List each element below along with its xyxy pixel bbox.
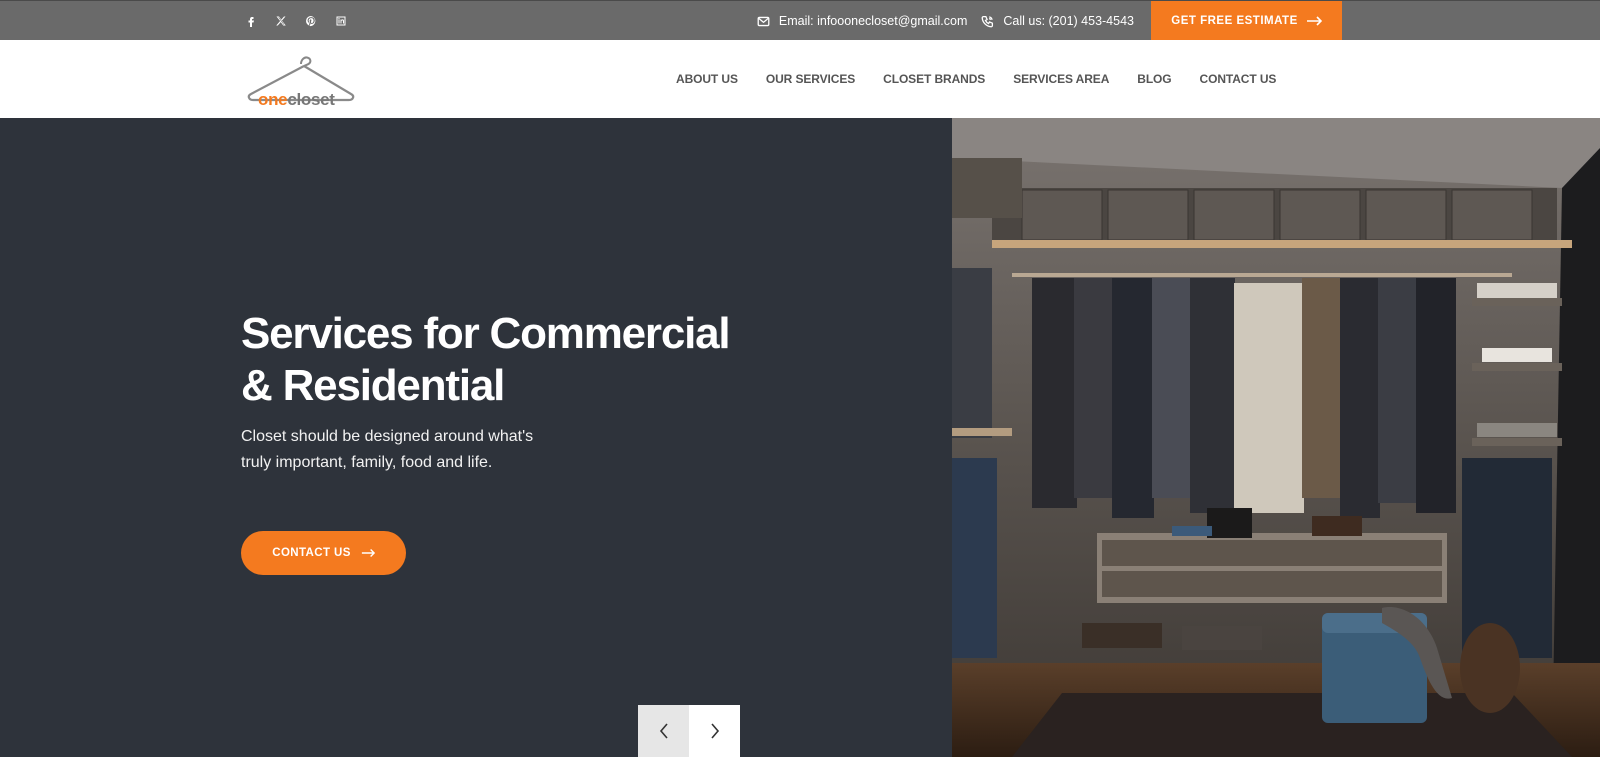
hero-title-line1: Services for Commercial	[241, 309, 731, 358]
nav-about-us[interactable]: ABOUT US	[676, 72, 738, 86]
nav-blog[interactable]: BLOG	[1137, 72, 1171, 86]
top-bar: Email: infooonecloset@gmail.com Call us:…	[0, 0, 1600, 41]
get-free-estimate-button[interactable]: GET FREE ESTIMATE	[1151, 1, 1342, 41]
x-icon[interactable]	[274, 14, 288, 28]
email-text: Email: infooonecloset@gmail.com	[778, 14, 968, 28]
hero-subtitle: Closet should be designed around what's …	[241, 424, 571, 476]
logo-wordmark: onecloset	[258, 90, 335, 110]
chevron-right-icon	[710, 723, 719, 739]
phone-item[interactable]: Call us: (201) 453-4543	[981, 14, 1134, 28]
linkedin-icon[interactable]	[334, 14, 348, 28]
primary-menu: ABOUT US OUR SERVICES CLOSET BRANDS SERV…	[676, 40, 1276, 118]
phone-text: Call us: (201) 453-4543	[1003, 14, 1134, 28]
slider-next-button[interactable]	[689, 705, 740, 757]
phone-icon	[981, 15, 994, 27]
chevron-left-icon	[659, 723, 668, 739]
hero-text-panel: Services for Commercial & Residential Cl…	[0, 118, 952, 757]
logo-one: one	[258, 90, 288, 109]
nav-contact-us[interactable]: CONTACT US	[1200, 72, 1277, 86]
arrow-right-icon	[361, 549, 375, 557]
nav-closet-brands[interactable]: CLOSET BRANDS	[883, 72, 985, 86]
facebook-icon[interactable]	[244, 14, 258, 28]
hero-subtitle-line1: Closet should be designed around what's	[241, 428, 534, 445]
slider-prev-button[interactable]	[638, 705, 689, 757]
social-links	[244, 1, 348, 41]
nav-our-services[interactable]: OUR SERVICES	[766, 72, 855, 86]
hero-section: Services for Commercial & Residential Cl…	[0, 118, 1600, 757]
hero-title: Services for Commercial & Residential	[241, 308, 761, 412]
pinterest-icon[interactable]	[304, 14, 318, 28]
hero-subtitle-line2: truly important, family, food and life.	[241, 454, 493, 471]
hero-title-line2: & Residential	[241, 361, 505, 410]
email-item[interactable]: Email: infooonecloset@gmail.com	[757, 14, 967, 28]
nav-services-area[interactable]: SERVICES AREA	[1013, 72, 1109, 86]
cta-label: CONTACT US	[272, 547, 351, 559]
mail-icon	[757, 16, 770, 26]
main-navbar: onecloset ABOUT US OUR SERVICES CLOSET B…	[0, 40, 1600, 118]
hero-closet-image	[952, 118, 1600, 757]
logo-closet: closet	[287, 90, 335, 109]
arrow-right-icon	[1306, 16, 1322, 26]
logo[interactable]: onecloset	[246, 50, 356, 110]
contact-info: Email: infooonecloset@gmail.com Call us:…	[757, 1, 1134, 41]
closet-illustration	[952, 118, 1600, 757]
contact-us-button[interactable]: CONTACT US	[241, 531, 406, 575]
estimate-label: GET FREE ESTIMATE	[1171, 15, 1298, 27]
